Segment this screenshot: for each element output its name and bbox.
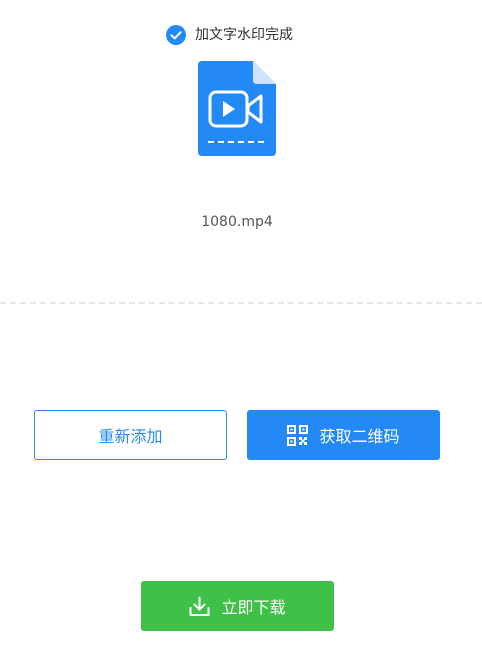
get-qrcode-button[interactable]: 获取二维码 bbox=[247, 410, 440, 460]
download-now-button-label: 立即下载 bbox=[221, 598, 286, 617]
file-name: 1080.mp4 bbox=[201, 214, 273, 230]
qr-code-icon bbox=[287, 424, 309, 446]
get-qrcode-button-label: 获取二维码 bbox=[319, 427, 400, 446]
check-circle-icon bbox=[166, 25, 186, 45]
download-now-button[interactable]: 立即下载 bbox=[141, 581, 334, 631]
video-file-icon bbox=[198, 61, 276, 156]
download-icon bbox=[189, 596, 210, 616]
status-text: 加文字水印完成 bbox=[195, 27, 293, 43]
completion-status: 加文字水印完成 bbox=[166, 25, 293, 45]
readd-button-label: 重新添加 bbox=[98, 427, 163, 446]
watermark-result-panel: 加文字水印完成 1080.mp4 重新添加 获取二维码 立即下载 bbox=[0, 0, 482, 649]
section-divider bbox=[0, 302, 482, 304]
readd-button[interactable]: 重新添加 bbox=[34, 410, 227, 460]
